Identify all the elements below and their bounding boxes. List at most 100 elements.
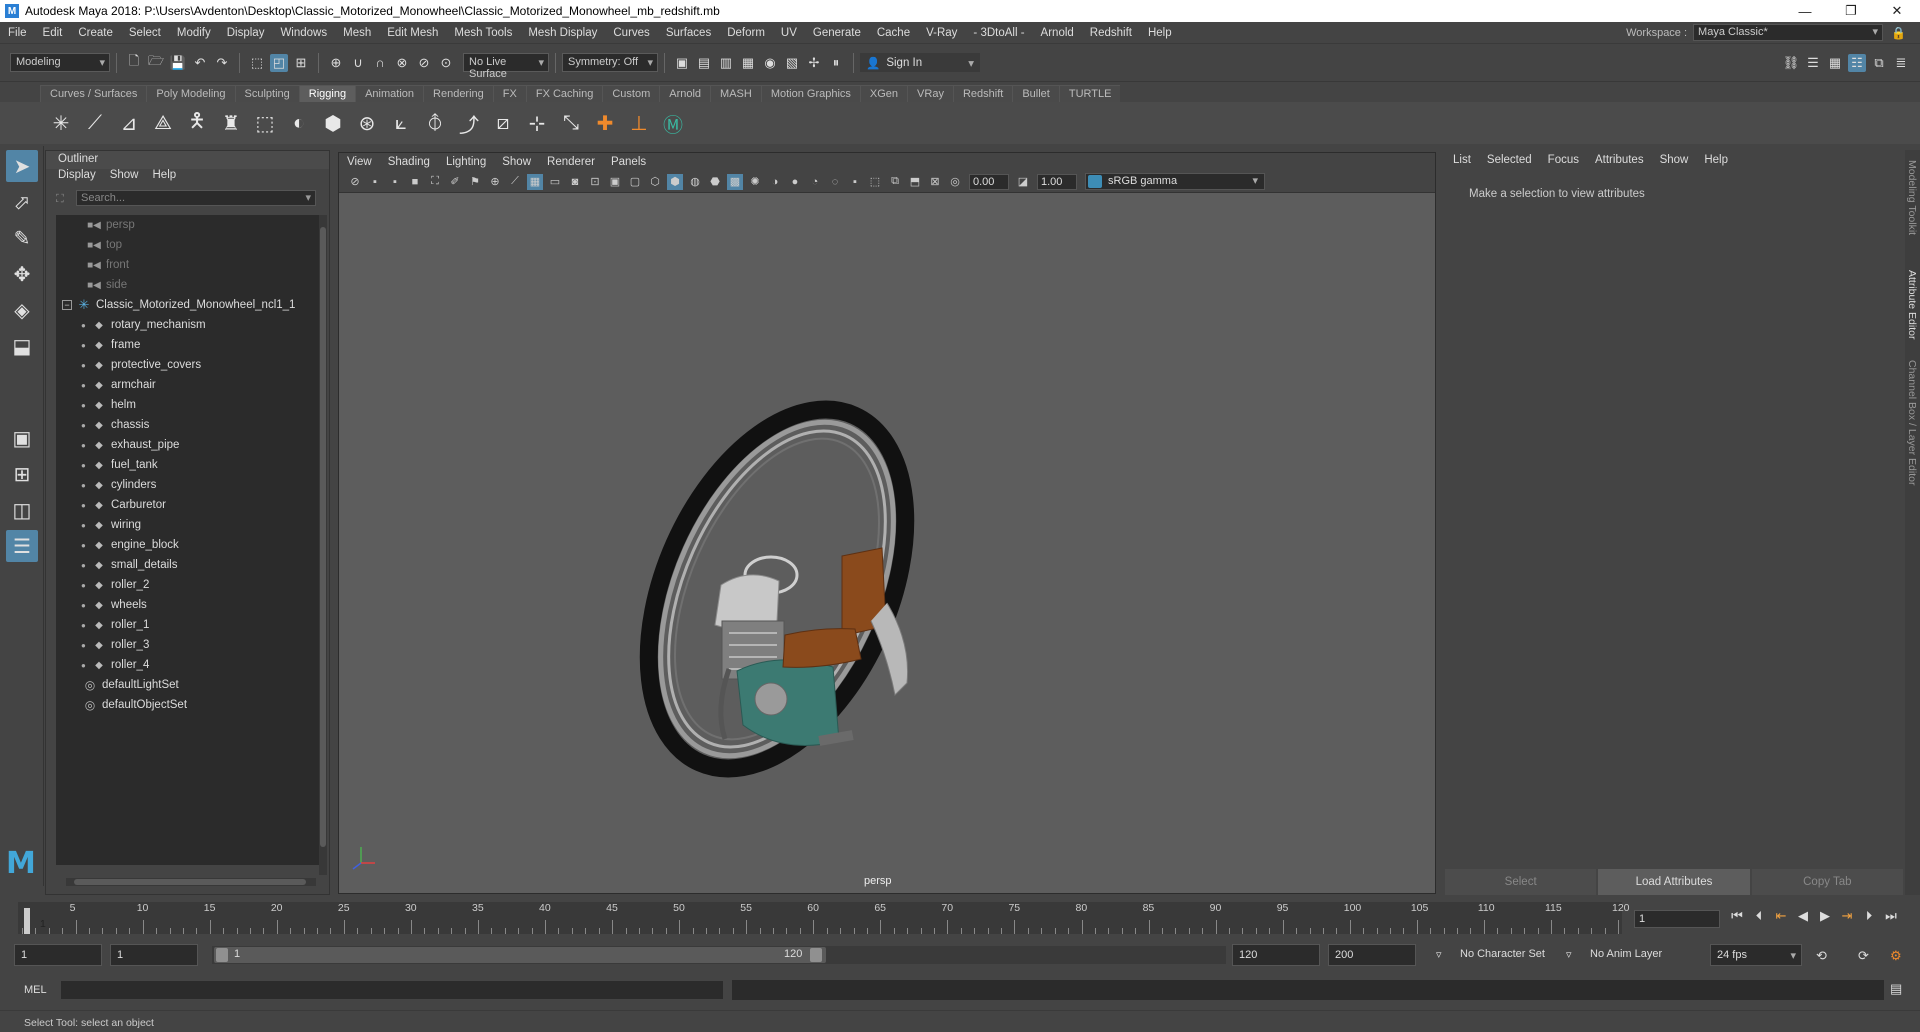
search-filter-icon[interactable]: ⛶: [56, 193, 64, 206]
outliner-item-child[interactable]: ● ◆ small_details: [56, 555, 321, 575]
bookmarks-icon[interactable]: ▪: [387, 174, 403, 190]
outliner-item-child[interactable]: ● ◆ helm: [56, 395, 321, 415]
isolate-select-icon[interactable]: ⬚: [867, 174, 883, 190]
attr-menu-show[interactable]: Show: [1660, 154, 1689, 166]
outliner-toggle-icon[interactable]: ≣: [1892, 54, 1910, 72]
insert-joint-icon[interactable]: ⟋: [81, 109, 109, 137]
2d-pan-zoom-icon[interactable]: ⛶: [427, 174, 443, 190]
expand-dot-icon[interactable]: ●: [81, 421, 91, 430]
outliner-item-persp[interactable]: ■◀ persp: [56, 215, 321, 235]
exposure-icon[interactable]: ◎: [947, 174, 963, 190]
expand-dot-icon[interactable]: ●: [81, 481, 91, 490]
color-space-dropdown[interactable]: sRGB gamma: [1085, 173, 1265, 190]
viewport-menu-lighting[interactable]: Lighting: [446, 156, 486, 168]
expand-dot-icon[interactable]: ●: [81, 561, 91, 570]
shelf-tab-sculpting[interactable]: Sculpting: [234, 85, 299, 102]
grid-toggle-icon[interactable]: ▦: [527, 173, 543, 190]
menu-select[interactable]: Select: [121, 27, 169, 39]
select-hierarchy-icon[interactable]: ⬚: [248, 54, 266, 72]
shelf-tab-poly-modeling[interactable]: Poly Modeling: [146, 85, 235, 102]
rotate-tool-icon[interactable]: ◈: [6, 294, 38, 326]
outliner-item-set[interactable]: ◎ defaultLightSet: [56, 675, 321, 695]
menu-mesh-display[interactable]: Mesh Display: [520, 27, 605, 39]
lattice-icon[interactable]: ⬢: [319, 109, 347, 137]
outliner-item-top[interactable]: ■◀ top: [56, 235, 321, 255]
menu-mesh[interactable]: Mesh: [335, 27, 379, 39]
close-button[interactable]: ✕: [1874, 0, 1920, 22]
render-settings-icon[interactable]: ▦: [739, 54, 757, 72]
lock-icon[interactable]: 🔒: [1891, 26, 1906, 40]
shelf-tab-xgen[interactable]: XGen: [859, 85, 908, 102]
outliner-item-child[interactable]: ● ◆ roller_3: [56, 635, 321, 655]
safe-action-icon[interactable]: ▣: [607, 174, 623, 190]
xray-icon[interactable]: ⧉: [887, 174, 903, 190]
outliner-menu-show[interactable]: Show: [110, 169, 139, 187]
mash-network-icon[interactable]: Ⓜ: [659, 109, 687, 137]
outliner-item-child[interactable]: ● ◆ wiring: [56, 515, 321, 535]
wireframe-icon[interactable]: ⬡: [647, 174, 663, 190]
bind-skin-icon[interactable]: ⬚: [251, 109, 279, 137]
outliner-item-child[interactable]: ● ◆ chassis: [56, 415, 321, 435]
textured-icon[interactable]: ▩: [727, 173, 743, 190]
symmetry-dropdown[interactable]: Symmetry: Off: [562, 53, 658, 72]
outliner-menu-help[interactable]: Help: [153, 169, 177, 187]
open-scene-icon[interactable]: 🗁: [147, 53, 165, 72]
scale-tool-icon[interactable]: ⬓: [6, 330, 38, 362]
snap-view-icon[interactable]: ⊗: [393, 54, 411, 72]
attr-menu-list[interactable]: List: [1453, 154, 1471, 166]
outliner-horizontal-scrollbar[interactable]: [66, 878, 316, 886]
workspace-dropdown[interactable]: Maya Classic*: [1693, 24, 1884, 41]
menu-generate[interactable]: Generate: [805, 27, 869, 39]
safe-title-icon[interactable]: ▢: [627, 174, 643, 190]
menu-create[interactable]: Create: [70, 27, 121, 39]
minimize-button[interactable]: —: [1782, 0, 1828, 22]
paint-weights-icon[interactable]: ◐: [285, 109, 313, 137]
shelf-tab-redshift[interactable]: Redshift: [952, 85, 1013, 102]
load-attributes-button[interactable]: Load Attributes: [1598, 869, 1750, 895]
outliner-search-input[interactable]: Search...: [76, 190, 316, 206]
two-panes-icon[interactable]: ◫: [6, 494, 38, 526]
character-set-label[interactable]: No Character Set: [1460, 948, 1545, 960]
menu-modify[interactable]: Modify: [169, 27, 219, 39]
cluster-icon[interactable]: ⊛: [353, 109, 381, 137]
snap-grid-icon[interactable]: ⊕: [327, 54, 345, 72]
field-chart-icon[interactable]: ⊡: [587, 174, 603, 190]
gate-mask-icon[interactable]: ◙: [567, 174, 583, 190]
menu-redshift[interactable]: Redshift: [1082, 27, 1140, 39]
outliner-item-child[interactable]: ● ◆ frame: [56, 335, 321, 355]
snap-live-icon[interactable]: ⊙: [437, 54, 455, 72]
outliner-menu-display[interactable]: Display: [58, 169, 96, 187]
shelf-tab-rendering[interactable]: Rendering: [423, 85, 493, 102]
outliner-item-child[interactable]: ● ◆ wheels: [56, 595, 321, 615]
range-bar[interactable]: 1 120: [212, 946, 1226, 964]
live-surface-field[interactable]: No Live Surface: [463, 53, 549, 80]
shelf-tab-fx-caching[interactable]: FX Caching: [525, 85, 603, 102]
menu-deform[interactable]: Deform: [719, 27, 773, 39]
screen-space-ao-icon[interactable]: ●: [787, 174, 803, 190]
tab-modeling-toolkit[interactable]: Modeling Toolkit: [1905, 150, 1919, 260]
gamma-icon[interactable]: ◪: [1015, 174, 1031, 190]
playback-end-field[interactable]: 120: [1232, 944, 1320, 966]
shelf-tab-custom[interactable]: Custom: [602, 85, 660, 102]
animation-end-field[interactable]: 200: [1328, 944, 1416, 966]
save-scene-icon[interactable]: 💾: [169, 54, 187, 72]
motion-blur-icon[interactable]: ◔: [807, 174, 823, 190]
menu-arnold[interactable]: Arnold: [1033, 27, 1082, 39]
menu-help[interactable]: Help: [1140, 27, 1180, 39]
scroll-thumb[interactable]: [320, 227, 326, 847]
attr-menu-help[interactable]: Help: [1704, 154, 1728, 166]
monowheel-model[interactable]: [339, 193, 1435, 893]
ipr-render-icon[interactable]: ▥: [717, 54, 735, 72]
joint-tool-icon[interactable]: ✳: [47, 109, 75, 137]
outliner-item-child[interactable]: ● ◆ Carburetor: [56, 495, 321, 515]
outliner-item-child[interactable]: ● ◆ roller_4: [56, 655, 321, 675]
expand-dot-icon[interactable]: ●: [81, 501, 91, 510]
expand-dot-icon[interactable]: ●: [81, 521, 91, 530]
outliner-item-root[interactable]: − ✳ Classic_Motorized_Monowheel_ncl1_1: [56, 295, 321, 315]
anim-layer-label[interactable]: No Anim Layer: [1590, 948, 1662, 960]
copy-tab-button[interactable]: Copy Tab: [1751, 869, 1903, 895]
shelf-tab-bullet[interactable]: Bullet: [1012, 85, 1059, 102]
expand-dot-icon[interactable]: ●: [81, 581, 91, 590]
outliner-item-child[interactable]: ● ◆ roller_2: [56, 575, 321, 595]
outliner-item-child[interactable]: ● ◆ exhaust_pipe: [56, 435, 321, 455]
